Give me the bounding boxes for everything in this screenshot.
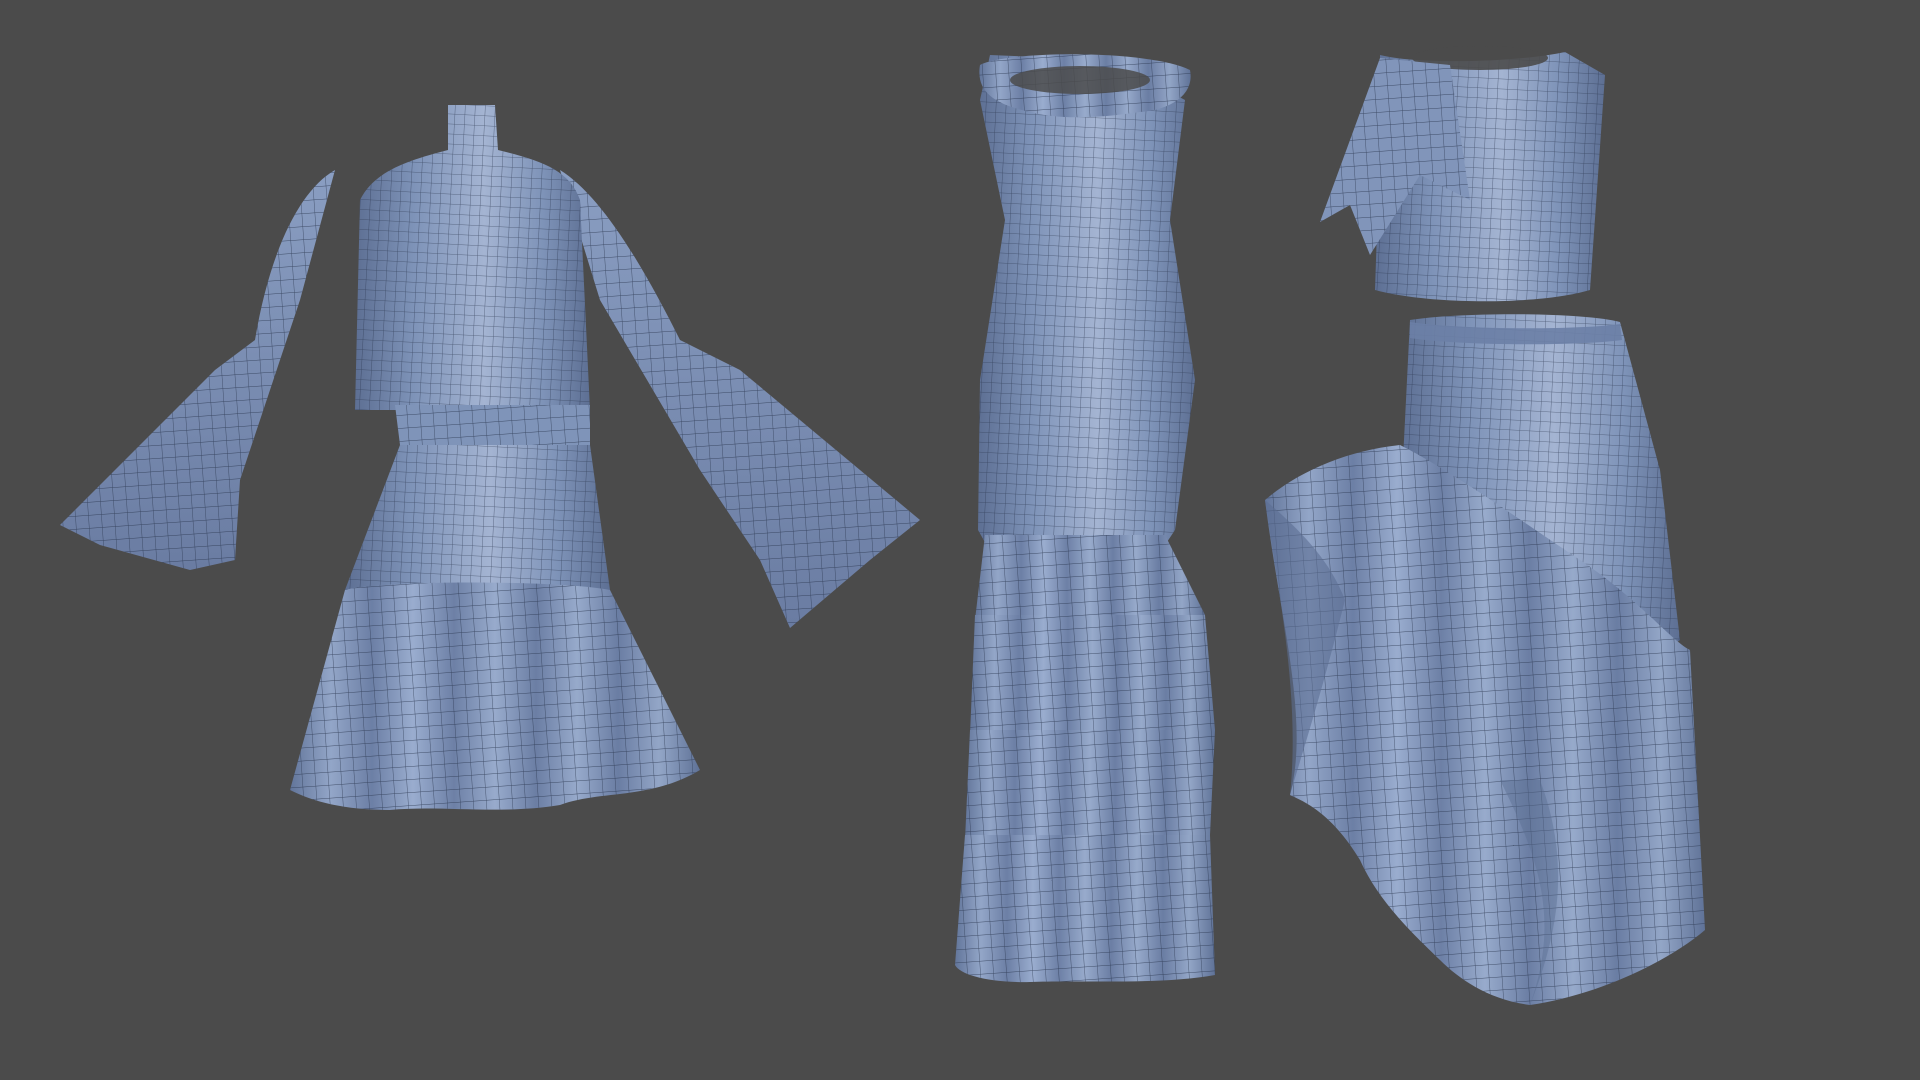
garment-render xyxy=(60,46,1705,1005)
dress-ruffle-hem xyxy=(290,582,700,810)
dress-bodice xyxy=(355,105,590,410)
garment-draped-crop-top xyxy=(1320,46,1605,302)
dress-belt xyxy=(395,405,590,448)
garment-tiered-maxi-dress xyxy=(955,54,1215,983)
maxi-dress-tier-4 xyxy=(955,835,1215,983)
maxi-dress-tier-2 xyxy=(970,615,1215,742)
garment-bell-sleeve-dress xyxy=(60,105,920,810)
maxi-dress-tier-3 xyxy=(965,730,1215,847)
maxi-dress-body xyxy=(978,55,1195,560)
right-bell-sleeve xyxy=(560,170,920,628)
render-viewport xyxy=(0,0,1920,1080)
dress-skirt-fitted xyxy=(345,445,610,590)
garment-asymmetric-ruffle-skirt xyxy=(1265,314,1705,1005)
left-bell-sleeve xyxy=(60,170,335,570)
